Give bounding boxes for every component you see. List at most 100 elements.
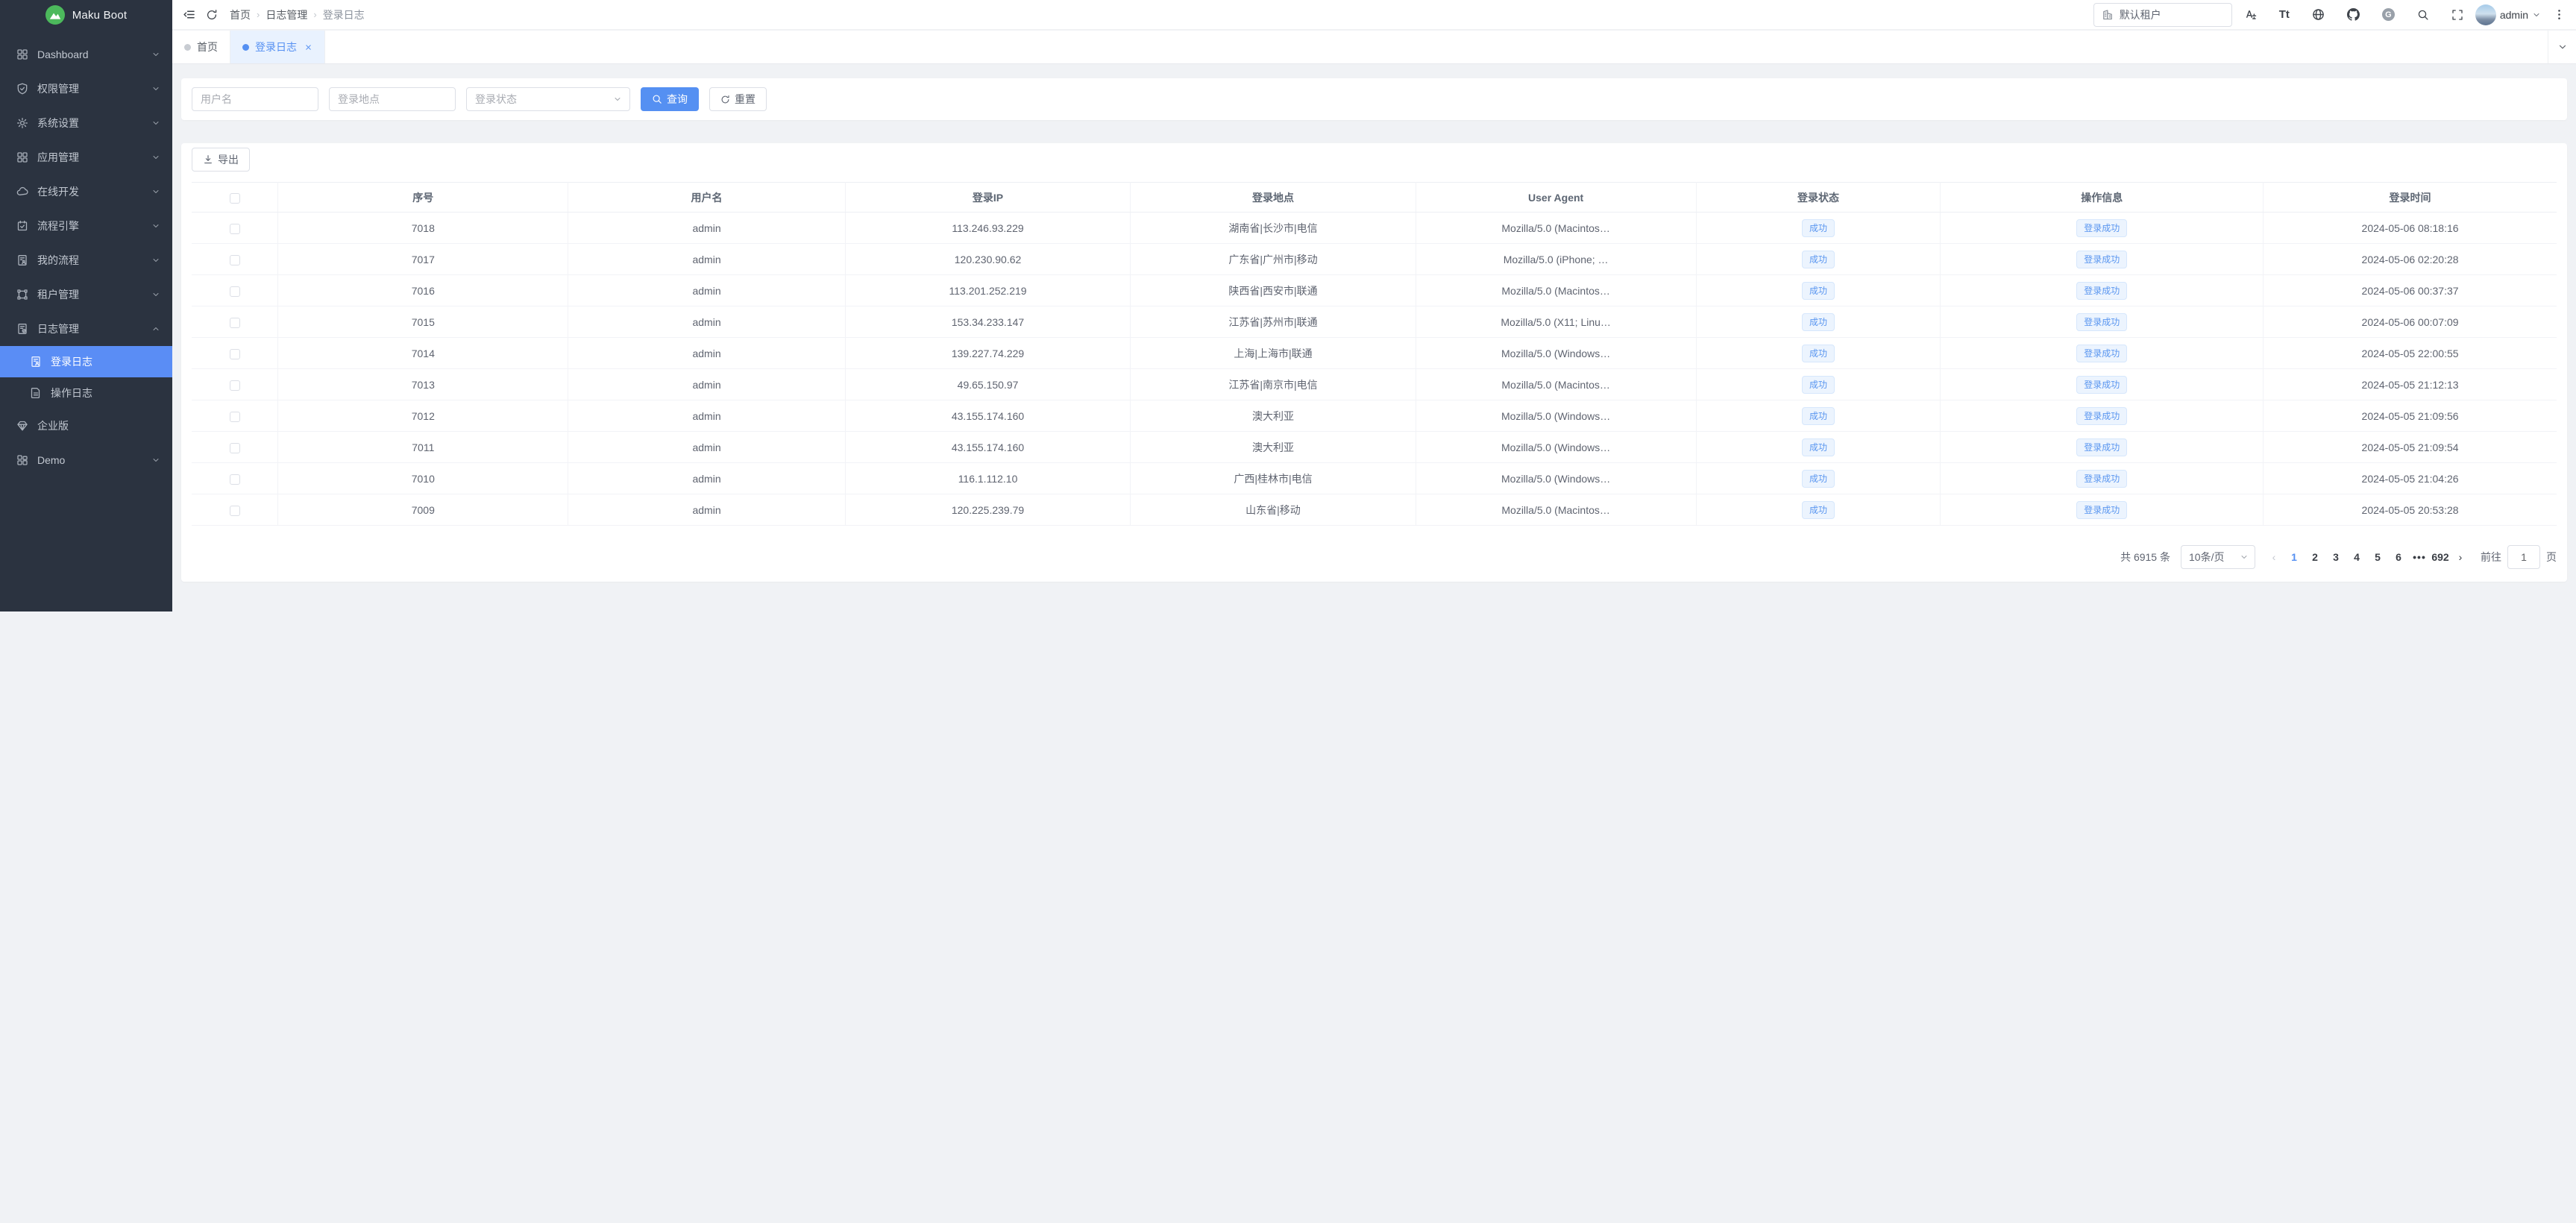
sidebar-collapse-icon[interactable]	[183, 8, 195, 21]
sidebar-item-login-log[interactable]: 登录日志	[0, 346, 172, 377]
page-size-value: 10条/页	[2189, 550, 2224, 565]
info-badge[interactable]: 登录成功	[2076, 501, 2127, 519]
tenant-select[interactable]: 默认租户	[2093, 3, 2232, 27]
sidebar-item-dashboard[interactable]: Dashboard	[0, 37, 172, 72]
info-badge[interactable]: 登录成功	[2076, 438, 2127, 456]
tab-home[interactable]: 首页	[172, 31, 230, 63]
page-number-3[interactable]: 3	[2325, 545, 2346, 569]
sidebar: Maku Boot Dashboard 权限管理 系统设置 应用管理 在线开发	[0, 0, 172, 612]
info-badge[interactable]: 登录成功	[2076, 282, 2127, 300]
cell-info: 登录成功	[1941, 494, 2264, 526]
tab-login-log[interactable]: 登录日志	[230, 31, 325, 63]
row-checkbox[interactable]	[230, 286, 240, 297]
info-badge[interactable]: 登录成功	[2076, 313, 2127, 331]
row-checkbox[interactable]	[230, 443, 240, 453]
row-select-cell	[192, 400, 278, 432]
sidebar-item-log-management[interactable]: 日志管理	[0, 312, 172, 346]
sidebar-item-app-management[interactable]: 应用管理	[0, 140, 172, 175]
cell-ip: 139.227.74.229	[845, 338, 1130, 369]
row-checkbox[interactable]	[230, 349, 240, 359]
sidebar-item-tenant-management[interactable]: 租户管理	[0, 277, 172, 312]
username-input[interactable]	[192, 87, 318, 111]
user-menu[interactable]: admin	[2475, 4, 2541, 25]
cell-time: 2024-05-06 00:37:37	[2264, 275, 2557, 306]
row-select-cell	[192, 338, 278, 369]
info-badge[interactable]: 登录成功	[2076, 219, 2127, 237]
sidebar-item-label: Dashboard	[37, 48, 89, 60]
info-badge[interactable]: 登录成功	[2076, 407, 2127, 425]
gitee-icon[interactable]: G	[2382, 8, 2395, 21]
translate-icon[interactable]	[2244, 8, 2257, 21]
table-row: 7014 admin 139.227.74.229 上海|上海市|联通 Mozi…	[192, 338, 2557, 369]
sidebar-item-operation-log[interactable]: 操作日志	[0, 377, 172, 409]
cell-info: 登录成功	[1941, 338, 2264, 369]
breadcrumb-log-management[interactable]: 日志管理	[266, 7, 307, 22]
cell-username: admin	[568, 432, 846, 463]
row-checkbox[interactable]	[230, 318, 240, 328]
cell-ip: 113.246.93.229	[845, 213, 1130, 244]
sidebar-item-online-dev[interactable]: 在线开发	[0, 175, 172, 209]
table-header-row: 序号 用户名 登录IP 登录地点 User Agent 登录状态 操作信息 登录…	[192, 183, 2557, 213]
sidebar-item-permission[interactable]: 权限管理	[0, 72, 172, 106]
info-badge[interactable]: 登录成功	[2076, 376, 2127, 394]
page-number-1[interactable]: 1	[2284, 545, 2305, 569]
page-number-6[interactable]: 6	[2388, 545, 2409, 569]
search-icon[interactable]	[2417, 9, 2429, 21]
fullscreen-icon[interactable]	[2451, 9, 2463, 21]
sidebar-item-enterprise[interactable]: 企业版	[0, 409, 172, 443]
sidebar-item-system-settings[interactable]: 系统设置	[0, 106, 172, 140]
breadcrumb-separator: ›	[257, 9, 260, 20]
refresh-icon[interactable]	[206, 9, 218, 21]
grid-icon	[16, 48, 28, 60]
page-number-5[interactable]: 5	[2367, 545, 2388, 569]
tab-options-button[interactable]	[2548, 31, 2576, 63]
cell-username: admin	[568, 463, 846, 494]
cell-status: 成功	[1696, 432, 1941, 463]
chevron-down-icon	[151, 119, 160, 128]
info-badge[interactable]: 登录成功	[2076, 470, 2127, 488]
sidebar-item-workflow-engine[interactable]: 流程引擎	[0, 209, 172, 243]
cell-username: admin	[568, 494, 846, 526]
row-checkbox[interactable]	[230, 412, 240, 422]
row-checkbox[interactable]	[230, 380, 240, 391]
info-badge[interactable]: 登录成功	[2076, 251, 2127, 268]
select-all-checkbox[interactable]	[230, 193, 240, 204]
github-icon[interactable]	[2347, 8, 2360, 21]
chevron-down-icon	[151, 50, 160, 59]
row-checkbox[interactable]	[230, 506, 240, 516]
cell-info: 登录成功	[1941, 244, 2264, 275]
logo-icon	[45, 5, 65, 25]
reset-button[interactable]: 重置	[709, 87, 767, 111]
row-checkbox[interactable]	[230, 474, 240, 485]
row-checkbox[interactable]	[230, 224, 240, 234]
kebab-menu-icon[interactable]	[2553, 8, 2566, 21]
goto-page-input[interactable]	[2507, 545, 2540, 569]
row-select-cell	[192, 213, 278, 244]
avatar[interactable]	[2475, 4, 2496, 25]
cell-id: 7018	[278, 213, 568, 244]
close-icon[interactable]	[304, 43, 312, 51]
search-button[interactable]: 查询	[641, 87, 699, 111]
row-select-cell	[192, 432, 278, 463]
prev-page-button[interactable]: ‹	[2264, 545, 2284, 569]
page-size-select[interactable]: 10条/页	[2181, 545, 2255, 569]
page-number-2[interactable]: 2	[2305, 545, 2325, 569]
page-number-4[interactable]: 4	[2346, 545, 2367, 569]
sidebar-item-demo[interactable]: Demo	[0, 443, 172, 477]
sidebar-item-my-workflow[interactable]: 我的流程	[0, 243, 172, 277]
info-badge[interactable]: 登录成功	[2076, 345, 2127, 362]
cell-username: admin	[568, 306, 846, 338]
globe-icon[interactable]	[2312, 8, 2325, 21]
cell-status: 成功	[1696, 275, 1941, 306]
page-number-last[interactable]: 692	[2430, 545, 2451, 569]
cell-id: 7013	[278, 369, 568, 400]
breadcrumb-home[interactable]: 首页	[230, 7, 251, 22]
status-select[interactable]: 登录状态	[466, 87, 630, 111]
font-size-icon[interactable]: Tt	[2279, 9, 2290, 20]
next-page-button[interactable]: ›	[2451, 545, 2470, 569]
row-checkbox[interactable]	[230, 255, 240, 265]
more-pages-button[interactable]: •••	[2409, 551, 2430, 563]
status-select-placeholder: 登录状态	[475, 92, 517, 107]
export-button[interactable]: 导出	[192, 148, 250, 172]
location-input[interactable]	[329, 87, 456, 111]
